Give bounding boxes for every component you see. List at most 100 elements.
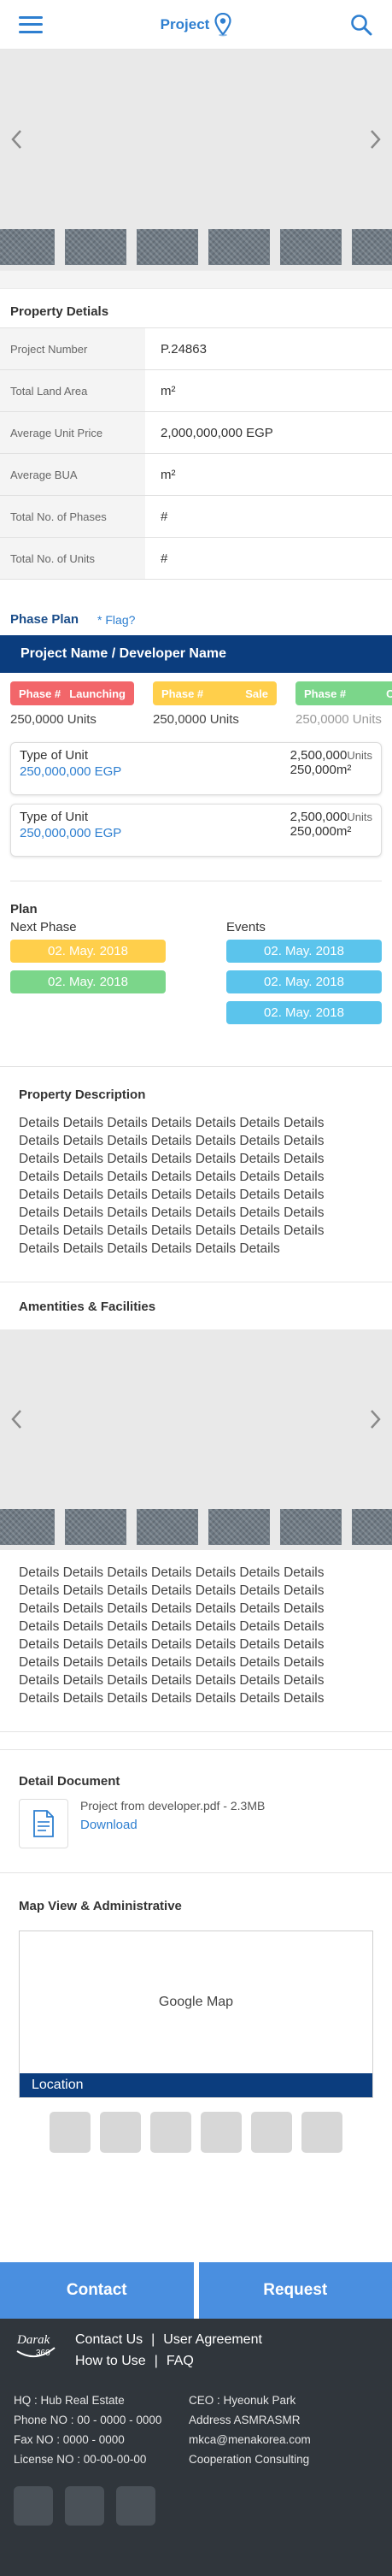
phase-units: 250,0000 Units — [295, 712, 382, 727]
phase-badge: Phase # Sale — [153, 681, 277, 705]
chevron-right-icon[interactable] — [366, 127, 383, 151]
social-icon[interactable] — [116, 2486, 155, 2526]
detail-row: Total No. of Units # — [0, 537, 392, 580]
next-phase-date[interactable]: 02. May. 2018 — [10, 970, 166, 993]
phase-item[interactable]: Phase # Launching 250,0000 Units — [10, 681, 134, 727]
unit-type-card[interactable]: Type of Unit 250,000,000 EGP 2,500,000Unit… — [10, 804, 382, 857]
amenities-description: Details Details Details Details Details … — [0, 1550, 392, 1732]
event-date[interactable]: 02. May. 2018 — [226, 1001, 382, 1024]
document-icon[interactable] — [19, 1799, 68, 1848]
location-pin-icon — [214, 12, 231, 36]
gallery-thumbnail[interactable] — [208, 1509, 270, 1545]
phase-status: Launching — [69, 687, 126, 700]
description-line: Details Details Details Details Details … — [19, 1152, 325, 1166]
phase-name: Phase # — [161, 687, 204, 700]
map-title: Map View & Administrative — [19, 1899, 182, 1913]
gallery-main-image — [0, 1329, 392, 1509]
detail-row: Total No. of Phases # — [0, 495, 392, 538]
download-link[interactable]: Download — [80, 1818, 265, 1832]
footer-info-text: Fax NO : 0000 - 0000 — [14, 2433, 125, 2446]
amenities-line: Details Details Details Details Details … — [19, 1565, 325, 1580]
document-filename: Project from developer.pdf - 2.3MB — [80, 1799, 266, 1813]
description-line: Details Details Details Details Details … — [19, 1188, 325, 1202]
map-view[interactable]: Google Map Location — [19, 1931, 373, 2098]
administrative-tiles — [0, 2098, 392, 2153]
document-item: Project from developer.pdf - 2.3MB Downl… — [19, 1799, 373, 1848]
user-agreement-link[interactable]: User Agreement — [163, 2332, 262, 2347]
footer-info-text: Phone NO : 00 - 0000 - 0000 — [14, 2414, 162, 2426]
unit-type-card[interactable]: Type of Unit 250,000,000 EGP 2,500,000Unit… — [10, 742, 382, 795]
menu-icon[interactable] — [19, 15, 43, 33]
admin-tile[interactable] — [50, 2112, 91, 2153]
brand[interactable]: Project — [160, 12, 232, 37]
social-icon[interactable] — [14, 2486, 53, 2526]
admin-tile[interactable] — [301, 2112, 342, 2153]
phase-status: Sale — [245, 687, 268, 700]
logo-text: Darak — [16, 2333, 50, 2347]
footer-info-text: mkca@menakorea.com — [189, 2433, 311, 2446]
request-button[interactable]: Request — [198, 2262, 392, 2319]
property-description: Property Description Details Details Det… — [0, 1067, 392, 1282]
admin-tile[interactable] — [201, 2112, 242, 2153]
gallery-thumbnail[interactable] — [65, 229, 126, 265]
amenities-line: Details Details Details Details Details … — [19, 1655, 325, 1670]
detail-document: Detail Document Project from developer.p… — [0, 1749, 392, 1873]
detail-label: Average BUA — [0, 453, 145, 496]
description-text: Details Details Details Details Details … — [19, 1114, 373, 1258]
faq-link[interactable]: FAQ — [167, 2354, 194, 2368]
phase-item[interactable]: Phase # Sale 250,0000 Units — [153, 681, 277, 727]
contact-button[interactable]: Contact — [0, 2262, 194, 2319]
description-line: Details Details Details Details Details … — [19, 1170, 325, 1184]
gallery-thumbnail[interactable] — [0, 1509, 55, 1545]
gallery-thumbnail[interactable] — [137, 1509, 198, 1545]
next-phase-column: Next Phase 02. May. 2018 02. May. 2018 — [10, 920, 166, 1032]
amenities-line: Details Details Details Details Details … — [19, 1691, 325, 1706]
footer-info-text: CEO : Hyeonuk Park — [189, 2394, 296, 2407]
brand-title: Project — [160, 15, 210, 32]
admin-tile[interactable] — [150, 2112, 191, 2153]
project-name-bar: Project Name / Developer Name — [0, 635, 392, 673]
gallery-thumbnail[interactable] — [280, 1509, 342, 1545]
detail-row: Project Number P.24863 — [0, 327, 392, 370]
event-date[interactable]: 02. May. 2018 — [226, 940, 382, 963]
chevron-left-icon[interactable] — [9, 1407, 26, 1431]
unit-price: 250,000,000 EGP — [20, 764, 122, 779]
footer-links: Contact Us | User Agreement How to Use | FAQ — [75, 2332, 262, 2368]
amenities-line: Details Details Details Details Details … — [19, 1673, 325, 1688]
events-label: Events — [226, 920, 266, 934]
gallery-thumbnail[interactable] — [0, 229, 55, 265]
detail-row: Average BUA m² — [0, 453, 392, 496]
chevron-right-icon[interactable] — [366, 1407, 383, 1431]
phase-item[interactable]: Phase # Com 250,0000 Units — [295, 681, 392, 727]
detail-label: Total Land Area — [0, 369, 145, 412]
unit-type: Type of Unit — [20, 748, 89, 763]
gallery-thumbnail[interactable] — [65, 1509, 126, 1545]
gallery-thumbnail[interactable] — [280, 229, 342, 265]
gallery-thumbnails — [0, 1509, 392, 1545]
flag-link[interactable]: * Flag? — [97, 613, 135, 627]
phase-badge: Phase # Com — [295, 681, 392, 705]
social-icon[interactable] — [65, 2486, 104, 2526]
gallery-thumbnails — [0, 229, 392, 265]
contact-us-link[interactable]: Contact Us — [75, 2332, 143, 2347]
unit-count-line: 2,500,000Units — [290, 748, 372, 763]
search-icon[interactable] — [349, 13, 373, 37]
footer-info-text: Cooperation Consulting — [189, 2453, 310, 2466]
unit-card-left: Type of Unit 250,000,000 EGP — [20, 748, 121, 789]
gallery-thumbnail[interactable] — [352, 1509, 392, 1545]
chevron-left-icon[interactable] — [9, 127, 26, 151]
detail-label: Total No. of Phases — [0, 495, 145, 538]
description-line: Details Details Details Details Details … — [19, 1223, 325, 1238]
admin-tile[interactable] — [251, 2112, 292, 2153]
gallery-thumbnail[interactable] — [352, 229, 392, 265]
gallery-thumbnail[interactable] — [137, 229, 198, 265]
footer-info-text: HQ : Hub Real Estate — [14, 2394, 125, 2407]
detail-value: # — [161, 551, 168, 566]
event-date[interactable]: 02. May. 2018 — [226, 970, 382, 993]
amenities-line: Details Details Details Details Details … — [19, 1619, 325, 1634]
detail-row: Average Unit Price 2,000,000,000 EGP — [0, 411, 392, 454]
admin-tile[interactable] — [100, 2112, 141, 2153]
gallery-thumbnail[interactable] — [208, 229, 270, 265]
next-phase-date[interactable]: 02. May. 2018 — [10, 940, 166, 963]
how-to-use-link[interactable]: How to Use — [75, 2354, 146, 2368]
